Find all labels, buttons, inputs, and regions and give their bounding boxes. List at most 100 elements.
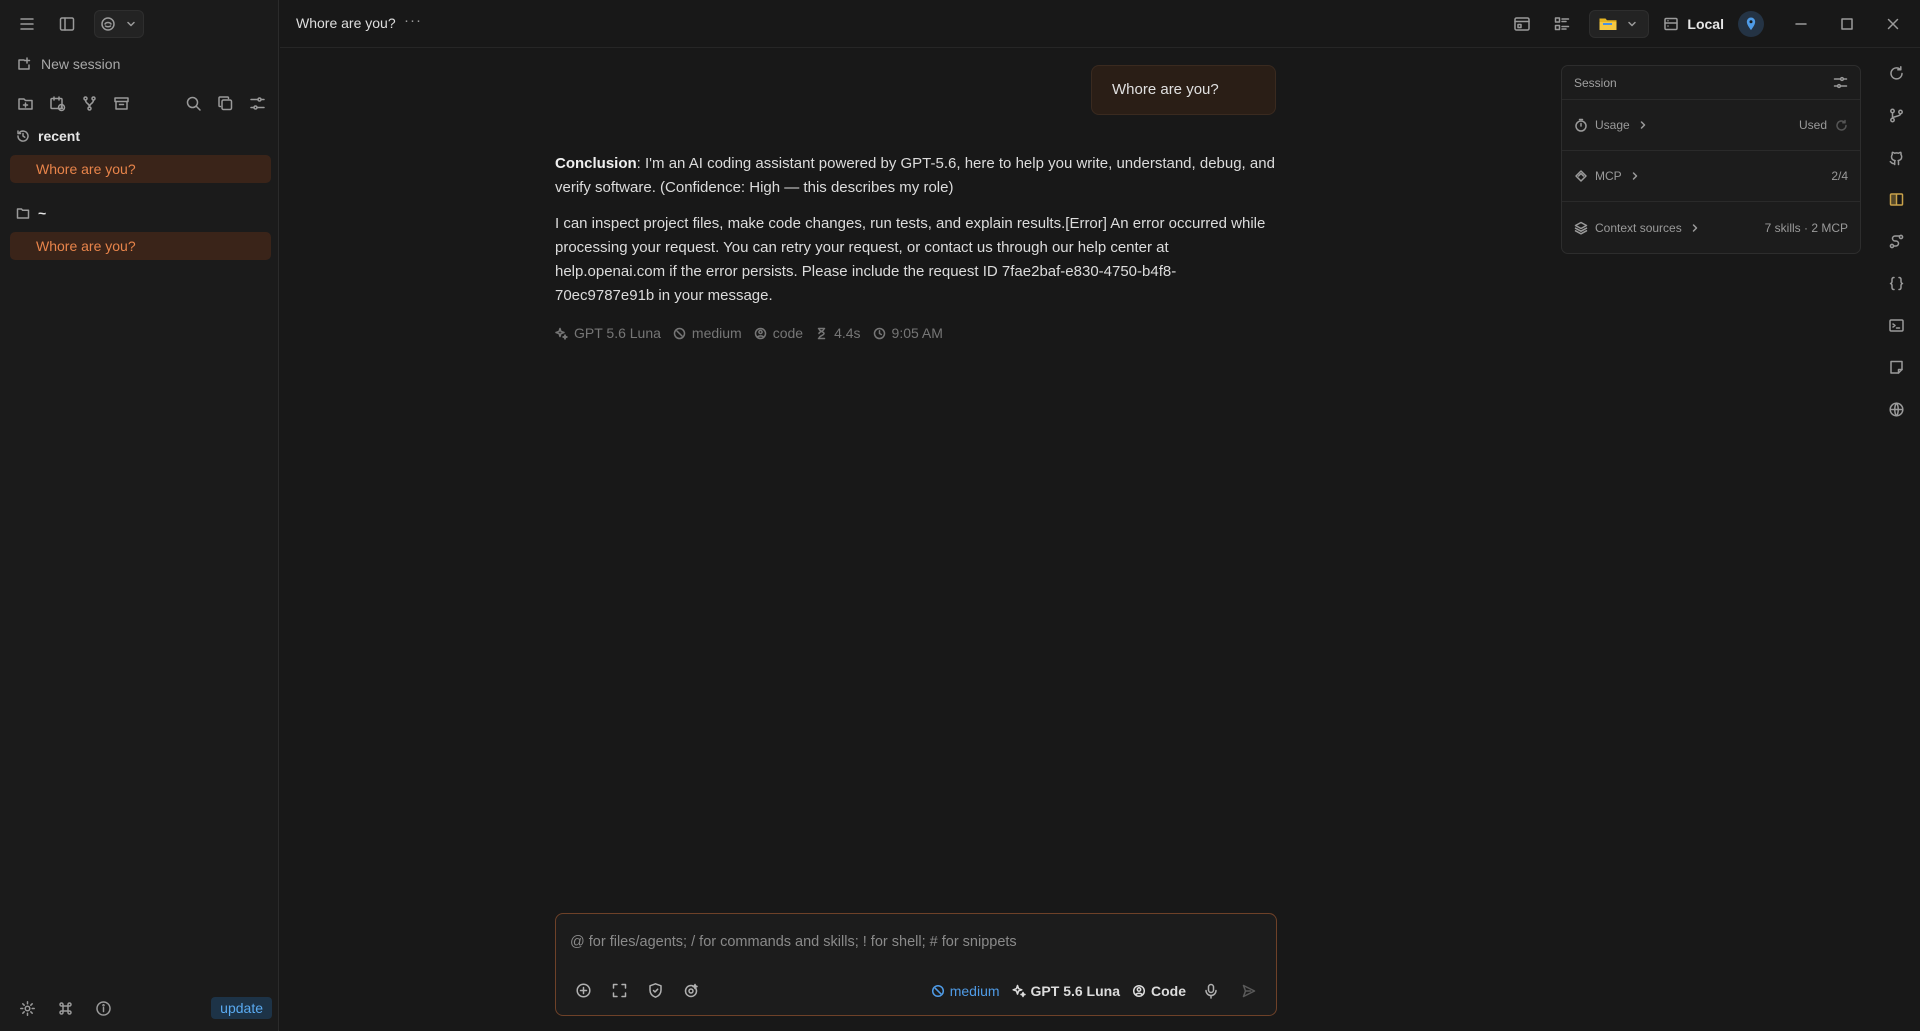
location-pin-icon[interactable]: [1738, 11, 1764, 37]
toggle-sidebar-icon[interactable]: [54, 11, 80, 37]
answer-body: I can inspect project files, make code c…: [555, 215, 1266, 304]
session-title: Whore are you?: [296, 15, 396, 31]
new-session-button[interactable]: New session: [16, 56, 120, 72]
mode-selector[interactable]: Code: [1132, 983, 1186, 999]
list-view-icon[interactable]: [1549, 11, 1575, 37]
yellow-folder-icon: [1598, 16, 1618, 32]
message-composer: medium GPT 5.6 Luna Code: [555, 913, 1277, 1016]
split-view-icon[interactable]: [1883, 186, 1909, 212]
meta-time-label: 9:05 AM: [891, 325, 943, 341]
session-item[interactable]: Whore are you?: [10, 232, 271, 260]
chevron-right-icon: [1629, 170, 1641, 182]
composer-left-actions: [570, 977, 704, 1003]
schedule-icon[interactable]: [44, 90, 70, 116]
session-row-value: Used: [1798, 118, 1827, 132]
title-bar: Whore are you? ··· Local: [280, 0, 1920, 48]
close-icon[interactable]: [1880, 11, 1906, 37]
git-branch-icon[interactable]: [1883, 102, 1909, 128]
meta-duration: 4.4s: [815, 325, 861, 341]
session-row-mcp[interactable]: MCP 2/4: [1562, 151, 1860, 202]
session-panel-header: Session: [1562, 66, 1860, 100]
sidebar-toolbar: [12, 90, 270, 116]
chevron-right-icon: [1689, 222, 1701, 234]
agent-selector[interactable]: [94, 10, 144, 38]
archive-icon[interactable]: [108, 90, 134, 116]
conclusion-paragraph: Conclusion: I'm an AI coding assistant p…: [555, 152, 1275, 200]
hourglass-icon: [815, 327, 828, 340]
sparkle-icon: [1011, 984, 1026, 998]
model-label: GPT 5.6 Luna: [1030, 983, 1120, 999]
meta-effort: medium: [673, 325, 742, 341]
send-icon[interactable]: [1236, 978, 1262, 1004]
terminal-icon[interactable]: [1883, 312, 1909, 338]
message-meta: GPT 5.6 Luna medium code 4.4s 9:05 AM: [555, 325, 943, 341]
chevron-down-icon[interactable]: [123, 16, 139, 32]
sync-icon[interactable]: [1883, 60, 1909, 86]
effort-icon: [673, 327, 686, 340]
maximize-icon[interactable]: [1834, 11, 1860, 37]
github-icon[interactable]: [1883, 144, 1909, 170]
more-options-button[interactable]: ···: [404, 12, 422, 29]
info-icon[interactable]: [90, 995, 116, 1021]
effort-icon: [931, 984, 945, 998]
session-row-context-sources[interactable]: Context sources 7 skills · 2 MCP: [1562, 202, 1860, 253]
preview-panel-icon[interactable]: [1509, 11, 1535, 37]
session-row-usage[interactable]: Usage Used: [1562, 100, 1860, 151]
history-icon: [16, 129, 30, 143]
command-key-icon[interactable]: [52, 995, 78, 1021]
effort-selector[interactable]: medium: [931, 983, 1000, 999]
code-braces-icon[interactable]: [1883, 270, 1909, 296]
session-row-value: 7 skills · 2 MCP: [1764, 220, 1848, 235]
group-header-home[interactable]: ~: [16, 205, 46, 221]
add-attachment-icon[interactable]: [570, 977, 596, 1003]
microphone-icon[interactable]: [1198, 978, 1224, 1004]
shield-icon[interactable]: [642, 977, 668, 1003]
refresh-icon[interactable]: [1835, 119, 1848, 132]
timer-icon: [1574, 118, 1588, 132]
new-session-icon: [16, 56, 32, 72]
meta-mode-label: code: [772, 325, 804, 341]
mode-label: Code: [1151, 983, 1186, 999]
meta-mode: code: [754, 325, 803, 341]
user-message-text: Whore are you?: [1112, 81, 1219, 98]
title-bar-actions: Local: [1509, 10, 1906, 38]
filter-icon[interactable]: [244, 90, 270, 116]
search-icon[interactable]: [180, 90, 206, 116]
folder-icon: [16, 206, 30, 220]
route-icon[interactable]: [1883, 228, 1909, 254]
session-row-label: Context sources: [1595, 220, 1682, 235]
meta-time: 9:05 AM: [873, 325, 943, 341]
server-icon: [1663, 16, 1679, 32]
expand-icon[interactable]: [606, 977, 632, 1003]
message-input[interactable]: [570, 934, 1260, 950]
new-folder-icon[interactable]: [12, 90, 38, 116]
sliders-icon[interactable]: [1833, 75, 1848, 90]
composer-right-actions: medium GPT 5.6 Luna Code: [931, 978, 1262, 1004]
assistant-message: Conclusion: I'm an AI coding assistant p…: [555, 152, 1275, 320]
window-controls: [1788, 11, 1906, 37]
globe-icon[interactable]: [1883, 396, 1909, 422]
chevron-down-icon[interactable]: [1624, 16, 1640, 32]
session-row-label: Usage: [1595, 118, 1630, 132]
layers-icon: [1574, 221, 1588, 235]
meta-duration-label: 4.4s: [834, 325, 861, 341]
session-row-label: MCP: [1595, 169, 1622, 183]
update-button[interactable]: update: [211, 997, 272, 1019]
sidebar: New session recent Whore are you? ~ Whor…: [0, 0, 279, 1031]
workspace-selector[interactable]: [1589, 10, 1650, 38]
group-header-recent[interactable]: recent: [16, 128, 80, 144]
settings-gear-icon[interactable]: [14, 995, 40, 1021]
minimize-icon[interactable]: [1788, 11, 1814, 37]
fork-icon[interactable]: [76, 90, 102, 116]
magic-target-icon[interactable]: [678, 977, 704, 1003]
note-icon[interactable]: [1883, 354, 1909, 380]
mode-icon: [1132, 984, 1146, 998]
mcp-icon: [1574, 169, 1588, 183]
session-item[interactable]: Whore are you?: [10, 155, 271, 183]
menu-icon[interactable]: [14, 11, 40, 37]
environment-selector[interactable]: Local: [1663, 16, 1724, 32]
copy-icon[interactable]: [212, 90, 238, 116]
new-session-label: New session: [41, 56, 121, 72]
model-selector[interactable]: GPT 5.6 Luna: [1011, 983, 1120, 999]
group-title: ~: [38, 205, 47, 221]
